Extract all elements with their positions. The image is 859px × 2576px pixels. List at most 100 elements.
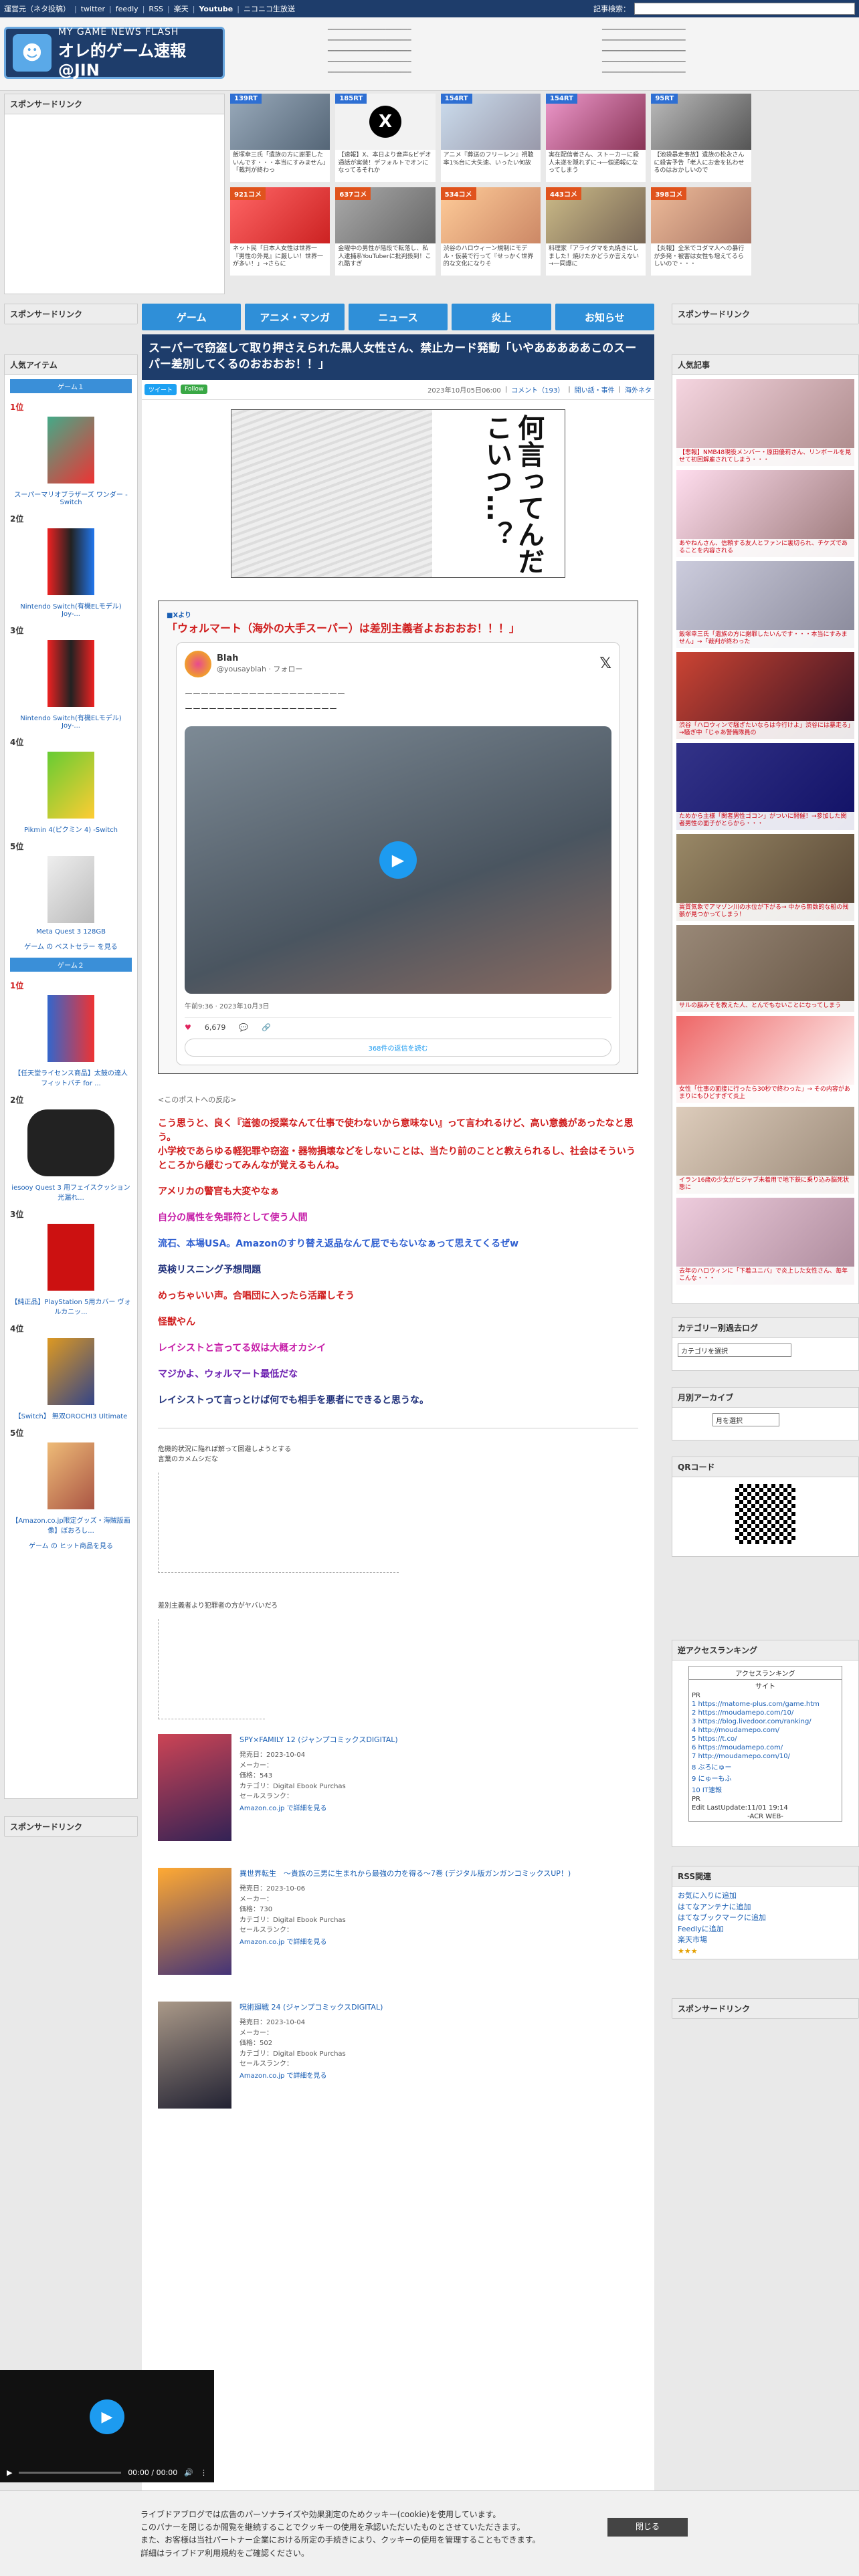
read-replies-button[interactable]: 368件の返信を読む [185,1039,611,1057]
avatar[interactable] [185,650,211,677]
product-link[interactable]: 【任天堂ライセンス商品】太鼓の達人 フィットバチ for ... [14,1070,128,1087]
rss-hatena-bookmark-link[interactable]: はてなブックマークに追加 [678,1913,853,1924]
reply-icon[interactable]: 💬 [239,1023,248,1032]
ranking-link[interactable]: 5 https://t.co/ [689,1735,842,1743]
popular-article[interactable]: 去年のハロウィンに「下着ユニバ」で炎上した女性さん、毎年こんな・・・ [676,1198,854,1285]
popular-article[interactable]: 【悲報】NMB48現役メンバー・原田優莉さん、リンボールを見せて初回解雇されてし… [676,379,854,466]
product-cover[interactable] [158,2002,231,2109]
product-title[interactable]: SPY×FAMILY 12 (ジャンプコミックスDIGITAL) [240,1734,398,1745]
game2-tab[interactable]: ゲーム２ [10,958,132,972]
product-title[interactable]: 呪術廻戦 24 (ジャンプコミックスDIGITAL) [240,2002,383,2012]
ranking-link[interactable]: 3 https://blog.livedoor.com/ranking/ [689,1717,842,1726]
ranking-link[interactable]: 2 https://moudamepo.com/10/ [689,1709,842,1717]
rss-hatena-antenna-link[interactable]: はてなアンテナに追加 [678,1902,853,1913]
hit-products-link[interactable]: ゲーム の ヒット商品を見る [29,1543,113,1550]
trend-card[interactable]: 443コメ 料理家「アライグマを丸焼きにしました！焼けたかどうか言えない→一同爆に [545,187,646,276]
tweet-username[interactable]: Blah [217,653,302,663]
ranked-item[interactable]: 1位 スーパーマリオブラザーズ ワンダー -Switch [5,397,137,509]
popular-article[interactable]: 異質気象でアマゾン川の水位が下がる→ 中から無数的な船の残骸が見つかってしまう！ [676,834,854,921]
topbar-link-twitter[interactable]: twitter [81,5,105,13]
play-icon[interactable]: ▶ [90,2399,124,2434]
rss-rakuten-link[interactable]: 楽天市場 [678,1935,853,1946]
more-options-icon[interactable]: ⋮ [200,2468,207,2477]
popular-article[interactable]: イラン16歳の少女がヒジャブ未着用で地下鉄に乗り込み脳死状態に [676,1107,854,1194]
product-link[interactable]: Nintendo Switch(有機ELモデル) Joy-... [20,603,121,618]
nav-game[interactable]: ゲーム [142,304,242,330]
trend-card[interactable]: 398コメ 【炎報】全米でコダマ人への暴行が多発・被害は女性も増えてるらしいので・… [651,187,751,276]
topbar-link-rakuten[interactable]: 楽天 [174,3,189,14]
ranking-link[interactable]: 9 にゅーもふ [689,1772,842,1784]
popular-article[interactable]: 飯塚幸三氏「遺族の方に謝罪したいんです・・・本当にすみません」→「裁判が終わった [676,561,854,648]
nav-anime-manga[interactable]: アニメ・マンガ [245,304,345,330]
category-select[interactable]: カテゴリを選択 [678,1344,791,1357]
follow-button[interactable]: Follow [181,385,208,395]
amazon-link[interactable]: Amazon.co.jp で詳細を見る [240,2072,327,2080]
trend-card[interactable]: 154RT 実在配信者さん、ストーカーに殺人未遂を隠れずに→一個通報になってしまう [545,94,646,182]
bestseller-link[interactable]: ゲーム の ベストセラー を見る [24,944,117,951]
category-link-2[interactable]: 海外ネタ [625,385,652,395]
ranked-item[interactable]: 2位 Nintendo Switch(有機ELモデル) Joy-... [5,509,137,621]
product-link[interactable]: 【純正品】PlayStation 5用カバー ヴォルカニッ... [11,1299,130,1316]
rss-feedly-link[interactable]: Feedlyに追加 [678,1924,853,1935]
product-link[interactable]: 【Amazon.co.jp限定グッズ・海賊版画像】ぼおろし... [11,1517,130,1535]
product-cover[interactable] [158,1868,231,1975]
trend-card[interactable]: 921コメ ネット民「日本人女性は世界一『男性の外見』に厳しい！世界一が多い！」→… [230,187,330,276]
rss-favorite-link[interactable]: お気に入りに追加 [678,1891,853,1902]
nav-news[interactable]: ニュース [348,304,448,330]
category-link[interactable]: 開い話・事件 [575,385,615,395]
month-select[interactable]: 月を選択 [712,1413,779,1426]
product-link[interactable]: Meta Quest 3 128GB [36,928,106,936]
tweet-video[interactable]: ▶ [185,726,611,994]
ranked-item[interactable]: 4位 【Switch】 無双OROCHI3 Ultimate [5,1319,137,1423]
topbar-link-submit[interactable]: 運営元（ネタ投稿） [4,3,70,14]
ranking-link[interactable]: 6 https://moudamepo.com/ [689,1743,842,1752]
link-icon[interactable]: 🔗 [262,1023,271,1032]
nav-notice[interactable]: お知らせ [555,304,655,330]
topbar-link-niconico[interactable]: ニコニコ生放送 [244,3,295,14]
comments-link[interactable]: コメント（193） [511,385,564,395]
seek-bar[interactable] [19,2472,122,2474]
trend-card[interactable]: 95RT 【池袋暴走事故】遺族の松永さんに殺害予告「老人にお金を払わせるのはおかし… [651,94,751,182]
ranked-item[interactable]: 5位 Meta Quest 3 128GB [5,837,137,938]
play-icon[interactable]: ▶ [379,841,417,879]
topbar-link-feedly[interactable]: feedly [116,5,138,13]
product-cover[interactable] [158,1734,231,1842]
popular-article[interactable]: ためから主様「関者男性ゴコン」がついに開催！→参加した関者男性の面子がとらから・… [676,743,854,830]
ranked-item[interactable]: 4位 Pikmin 4(ピクミン 4) -Switch [5,732,137,837]
product-link[interactable]: Nintendo Switch(有機ELモデル) Joy-... [20,715,121,730]
amazon-link[interactable]: Amazon.co.jp で詳細を見る [240,1805,327,1812]
ranking-link[interactable]: 4 http://moudamepo.com/ [689,1726,842,1735]
x-logo-icon[interactable]: 𝕏 [599,655,611,672]
trend-card[interactable]: 637コメ 金曜中の男性が階段で転落し、私人逮捕系YouTuberに批判殺到！これ… [335,187,436,276]
topbar-link-rss[interactable]: RSS [149,5,163,13]
search-input[interactable] [634,3,855,15]
product-link[interactable]: iesooy Quest 3 用フェイスクッション 光漏れ... [11,1184,130,1202]
ranked-item[interactable]: 3位 Nintendo Switch(有機ELモデル) Joy-... [5,621,137,732]
play-control-icon[interactable]: ▶ [7,2468,12,2477]
cookie-close-button[interactable]: 閉じる [607,2518,688,2537]
product-link[interactable]: 【Switch】 無双OROCHI3 Ultimate [15,1413,128,1420]
tweet-time[interactable]: 午前9:36 · 2023年10月3日 [185,1000,611,1010]
popular-article[interactable]: あやねんさん、信頼する友人とファンに裏切られ、チケズであることを内容される [676,470,854,557]
ranked-item[interactable]: 3位 【純正品】PlayStation 5用カバー ヴォルカニッ... [5,1204,137,1319]
ranked-item[interactable]: 5位 【Amazon.co.jp限定グッズ・海賊版画像】ぼおろし... [5,1423,137,1537]
ranked-item[interactable]: 2位 iesooy Quest 3 用フェイスクッション 光漏れ... [5,1090,137,1204]
trend-card[interactable]: 534コメ 渋谷のハロウィーン規制にモデル・仮装で行って『せっかく世界的な文化にな… [440,187,541,276]
heart-icon[interactable]: ♥ [185,1023,191,1032]
popular-article[interactable]: 渋谷「ハロウィンで騒ぎたいならは今行けよ」渋谷には暴走る」→騒ぎ中「じゃあ警備隊… [676,652,854,739]
tweet-button[interactable]: ツイート [145,383,177,395]
product-title[interactable]: 異世界転生 ～貴族の三男に生まれから最強の力を得る～7巻 (デジタル版ガンガンコ… [240,1868,571,1879]
tweet-handle[interactable]: @yousayblah · フォロー [217,663,302,674]
ranking-link[interactable]: 8 ぶろにゅー [689,1761,842,1772]
ranked-item[interactable]: 1位 【任天堂ライセンス商品】太鼓の達人 フィットバチ for ... [5,976,137,1090]
ranking-link[interactable]: 7 http://moudamepo.com/10/ [689,1752,842,1761]
ranking-link[interactable]: 10 IT速報 [689,1784,842,1795]
amazon-link[interactable]: Amazon.co.jp で詳細を見る [240,1939,327,1946]
game1-tab[interactable]: ゲーム１ [10,379,132,393]
popular-article[interactable]: 女性「仕事の面接に行ったら30秒で終わった」→ その内容があまりにもひどすぎて炎… [676,1016,854,1103]
nav-enjou[interactable]: 炎上 [452,304,551,330]
popular-article[interactable]: サルの脳みそを教えた人、とんでもないことになってしまう [676,925,854,1012]
ranking-link[interactable]: 1 https://matome-plus.com/game.htm [689,1700,842,1709]
volume-icon[interactable]: 🔊 [184,2468,193,2477]
trend-card[interactable]: 185RT X 【速報】X、本日より音声&ビデオ通話が実装！デフォルトでオンになって… [335,94,436,182]
